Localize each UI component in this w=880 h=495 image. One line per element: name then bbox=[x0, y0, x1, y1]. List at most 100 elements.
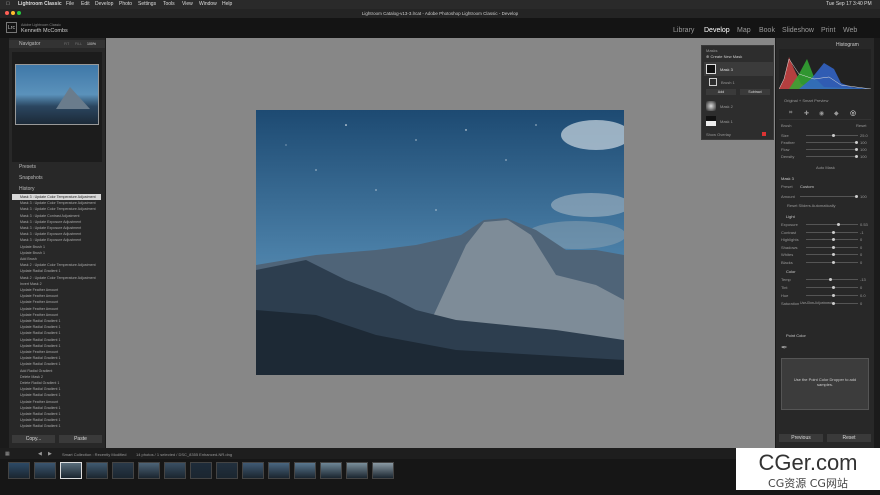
slider-value[interactable]: 100 bbox=[860, 147, 867, 152]
history-row[interactable]: Update Feather Amount bbox=[12, 293, 101, 299]
slider-value[interactable]: 100 bbox=[860, 140, 867, 145]
auto-mask-checkbox[interactable]: Auto Mask bbox=[816, 165, 835, 170]
filmstrip-thumbnail[interactable] bbox=[372, 462, 394, 479]
amount-slider-track[interactable] bbox=[800, 196, 858, 197]
mask-3-row[interactable]: Mask 3 bbox=[704, 62, 773, 76]
history-row[interactable]: Update Feather Amount bbox=[12, 299, 101, 305]
history-row[interactable]: Update Feather Amount bbox=[12, 312, 101, 318]
mask-2-row[interactable]: Mask 2 bbox=[704, 100, 773, 112]
reset-button[interactable]: Reset bbox=[827, 434, 871, 442]
menu-photo[interactable]: Photo bbox=[119, 0, 132, 9]
filmstrip-thumbnail[interactable] bbox=[216, 462, 238, 479]
filmstrip-thumbnail[interactable] bbox=[294, 462, 316, 479]
slider-value[interactable]: 0 bbox=[860, 285, 862, 290]
history-row[interactable]: Add Radial Gradient bbox=[12, 368, 101, 374]
history-row[interactable]: Update Brush 1 bbox=[12, 244, 101, 250]
slider-track[interactable] bbox=[806, 142, 858, 143]
zoom-100[interactable]: 100% bbox=[87, 40, 96, 48]
slider-track[interactable] bbox=[806, 149, 858, 150]
mask-1-row[interactable]: Mask 1 bbox=[704, 115, 773, 127]
history-row[interactable]: Mask 3 : Update Color Temperature Adjust… bbox=[12, 206, 101, 212]
history-row[interactable]: Update Radial Gradient 1 bbox=[12, 337, 101, 343]
zoom-fit[interactable]: FIT bbox=[64, 40, 69, 48]
navigator-thumbnail[interactable] bbox=[15, 64, 99, 125]
filmstrip-thumbnail[interactable] bbox=[190, 462, 212, 479]
menu-settings[interactable]: Settings bbox=[138, 0, 156, 9]
filmstrip-thumbnail[interactable] bbox=[60, 462, 82, 479]
next-arrow-icon[interactable]: ▶ bbox=[48, 451, 52, 457]
create-mask-button[interactable]: ⊕ Create New Mask bbox=[706, 54, 742, 59]
history-row[interactable]: Update Feather Amount bbox=[12, 306, 101, 312]
color-section-title[interactable]: Color bbox=[786, 269, 796, 274]
preset-tool-icon[interactable]: ◆ bbox=[834, 110, 839, 117]
history-header[interactable]: History bbox=[9, 185, 105, 193]
filmstrip-thumbnail[interactable] bbox=[112, 462, 134, 479]
module-print[interactable]: Print bbox=[821, 27, 835, 34]
previous-button[interactable]: Previous bbox=[779, 434, 823, 442]
menu-view[interactable]: View bbox=[182, 0, 193, 9]
history-row[interactable]: Update Feather Amount bbox=[12, 349, 101, 355]
apple-icon[interactable]:  bbox=[6, 0, 10, 9]
presets-header[interactable]: Presets bbox=[9, 163, 105, 171]
history-row[interactable]: Mask 2 : Update Color Temperature Adjust… bbox=[12, 262, 101, 268]
filmstrip-thumbnail[interactable] bbox=[242, 462, 264, 479]
module-book[interactable]: Book bbox=[759, 27, 775, 34]
module-web[interactable]: Web bbox=[843, 27, 857, 34]
grid-icon[interactable]: ▦ bbox=[5, 451, 10, 457]
module-library[interactable]: Library bbox=[673, 27, 694, 34]
slider-knob[interactable] bbox=[855, 148, 859, 151]
light-section-title[interactable]: Light bbox=[786, 214, 795, 219]
history-row[interactable]: Update Radial Gradient 1 bbox=[12, 318, 101, 324]
slider-knob[interactable] bbox=[855, 155, 859, 158]
history-row[interactable]: Update Radial Gradient 1 bbox=[12, 324, 101, 330]
slider-knob[interactable] bbox=[832, 230, 835, 234]
slider-knob[interactable] bbox=[832, 294, 835, 297]
history-row[interactable]: Delete Mask 2 bbox=[12, 374, 101, 380]
slider-knob[interactable] bbox=[832, 286, 835, 289]
heal-tool-icon[interactable]: ✚ bbox=[804, 110, 809, 117]
history-row[interactable]: Update Radial Gradient 1 bbox=[12, 423, 101, 429]
history-row[interactable]: Update Radial Gradient 1 bbox=[12, 330, 101, 336]
history-row[interactable]: Update Radial Gradient 1 bbox=[12, 411, 101, 417]
history-row[interactable]: Mask 3 : Update Color Temperature Adjust… bbox=[12, 194, 101, 200]
module-map[interactable]: Map bbox=[737, 27, 751, 34]
history-row[interactable]: Update Radial Gradient 1 bbox=[12, 343, 101, 349]
main-photo[interactable] bbox=[256, 110, 624, 375]
history-row[interactable]: Mask 3 : Update Color Temperature Adjust… bbox=[12, 200, 101, 206]
module-develop[interactable]: Develop bbox=[704, 27, 730, 34]
filmstrip-thumbnail[interactable] bbox=[86, 462, 108, 479]
redeye-tool-icon[interactable]: ◉ bbox=[819, 110, 824, 117]
history-row[interactable]: Mask 2 : Update Color Temperature Adjust… bbox=[12, 275, 101, 281]
filmstrip-thumbnail[interactable] bbox=[8, 462, 30, 479]
navigator-header[interactable]: Navigator FIT FILL 100% bbox=[9, 40, 105, 48]
slider-value[interactable]: 0 bbox=[860, 301, 862, 306]
collection-label[interactable]: Smart Collection : Recently Modified bbox=[62, 452, 126, 457]
history-row[interactable]: Mask 3 : Update Exposure Adjustment bbox=[12, 225, 101, 231]
slider-knob[interactable] bbox=[829, 278, 833, 281]
history-row[interactable]: Update Brush 1 bbox=[12, 250, 101, 256]
menu-window[interactable]: Window bbox=[199, 0, 217, 9]
app-menu[interactable]: Lightroom Classic bbox=[18, 0, 62, 9]
module-slideshow[interactable]: Slideshow bbox=[782, 27, 814, 34]
slider-value[interactable]: 0 bbox=[860, 245, 862, 250]
slider-knob[interactable] bbox=[837, 223, 841, 226]
history-row[interactable]: Add Brush bbox=[12, 256, 101, 262]
slider-value[interactable]: 0 bbox=[860, 237, 862, 242]
brush-reset-link[interactable]: Reset bbox=[856, 123, 866, 128]
history-row[interactable]: Update Feather Amount bbox=[12, 287, 101, 293]
menu-file[interactable]: File bbox=[66, 0, 74, 9]
add-mask-button[interactable]: Add bbox=[706, 89, 736, 95]
copy-button[interactable]: Copy... bbox=[12, 435, 55, 443]
slider-track[interactable] bbox=[806, 224, 858, 225]
history-row[interactable]: Mask 3 : Update Exposure Adjustment bbox=[12, 219, 101, 225]
history-row[interactable]: Delete Radial Gradient 1 bbox=[12, 380, 101, 386]
prev-arrow-icon[interactable]: ◀ bbox=[38, 451, 42, 457]
slider-value[interactable]: 25.0 bbox=[860, 133, 868, 138]
history-row[interactable]: Update Radial Gradient 1 bbox=[12, 417, 101, 423]
filmstrip-thumbnail[interactable] bbox=[138, 462, 160, 479]
slider-knob[interactable] bbox=[832, 260, 835, 264]
filmstrip-thumbnail[interactable] bbox=[268, 462, 290, 479]
history-row[interactable]: Update Radial Gradient 1 bbox=[12, 405, 101, 411]
history-row[interactable]: Update Radial Gradient 1 bbox=[12, 355, 101, 361]
filmstrip-thumbnail[interactable] bbox=[346, 462, 368, 479]
